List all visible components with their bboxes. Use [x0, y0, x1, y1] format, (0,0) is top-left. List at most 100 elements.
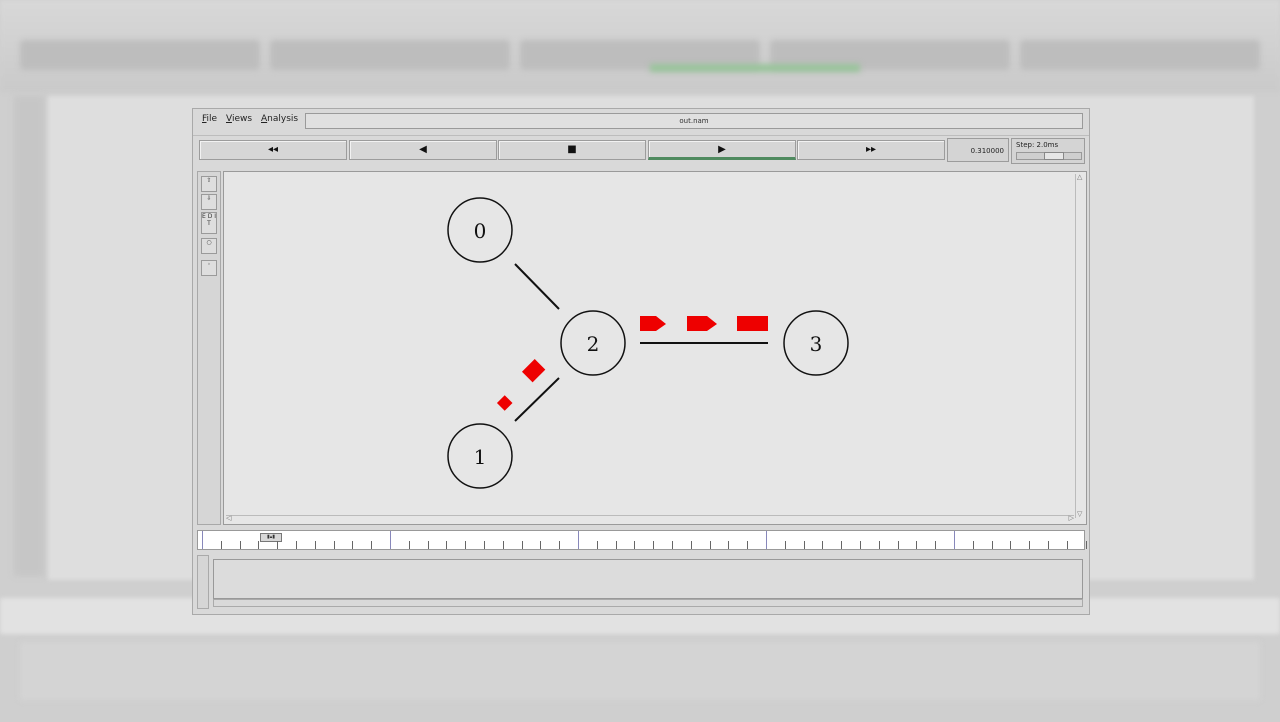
timeline-tick: [690, 541, 692, 549]
node-2[interactable]: 2: [560, 310, 626, 376]
topology-svg: 0 1 2 3: [447, 197, 849, 489]
timeline-tick: [314, 541, 316, 549]
scroll-down-icon[interactable]: ▽: [1077, 511, 1082, 518]
timeline-tick: [860, 541, 861, 549]
node-0[interactable]: 0: [447, 197, 513, 263]
timeline-tick: [239, 541, 241, 549]
timeline-tick: [615, 541, 617, 549]
menu-file[interactable]: File: [202, 114, 217, 124]
sim-time-display: 0.310000: [947, 138, 1009, 162]
timeline-tick: [653, 541, 655, 549]
timeline-tick: [390, 531, 391, 549]
timeline-tick: [258, 541, 260, 549]
packet: [687, 316, 717, 331]
node-label: 1: [474, 445, 487, 469]
timeline-tick: [672, 541, 673, 549]
monitor-panel: [197, 555, 1083, 609]
monitor-area: [213, 559, 1083, 599]
stop-button[interactable]: ■: [498, 140, 646, 160]
step-slider-thumb[interactable]: [1044, 152, 1064, 160]
packet: [521, 358, 546, 383]
timeline-tick: [878, 541, 880, 549]
timeline-tick: [540, 541, 542, 549]
node-1[interactable]: 1: [447, 423, 513, 489]
timeline-tick: [446, 541, 448, 549]
packet: [640, 316, 666, 331]
monitor-horizontal-scrollbar[interactable]: [213, 599, 1083, 607]
step-back-button[interactable]: ◀: [349, 140, 497, 160]
timeline-tick: [991, 541, 993, 549]
node-label: 0: [474, 219, 487, 243]
timeline-tick: [972, 541, 974, 549]
zoom-in-icon[interactable]: ⇧: [201, 176, 217, 192]
time-slider[interactable]: ▮▴▮: [197, 530, 1087, 550]
timeline-tick: [709, 541, 711, 549]
play-button[interactable]: ▶: [648, 140, 796, 160]
network-canvas[interactable]: 0 1 2 3 △ ▽ ◁ ▷: [223, 171, 1087, 525]
timeline-tick: [954, 531, 955, 549]
link-1-2: [514, 377, 560, 422]
step-control: Step: 2.0ms: [1011, 138, 1085, 164]
timeline-tick: [841, 541, 843, 549]
timeline-tick: [427, 541, 429, 549]
menu-views[interactable]: Views: [226, 114, 252, 124]
timeline-tick: [220, 541, 222, 549]
timeline-tick: [1010, 541, 1012, 549]
monitor-vertical-scrollbar[interactable]: [197, 555, 209, 609]
timeline-tick: [502, 541, 504, 549]
timeline-tick: [484, 541, 485, 549]
menu-bar: File Views Analysis out.nam: [193, 109, 1089, 133]
scroll-up-icon[interactable]: △: [1077, 174, 1082, 181]
node-label: 2: [587, 332, 600, 356]
timeline-tick: [371, 541, 373, 549]
desktop-blur-segment: [20, 40, 260, 70]
trace-file-title: out.nam: [305, 113, 1083, 129]
timeline-tick: [1066, 541, 1068, 549]
zoom-out-icon[interactable]: ⇩: [201, 194, 217, 210]
timeline-tick: [578, 531, 579, 549]
rewind-button[interactable]: ◂◂: [199, 140, 347, 160]
timeline-tick: [916, 541, 918, 549]
time-slider-thumb[interactable]: ▮▴▮: [260, 533, 282, 542]
timeline-tick: [277, 541, 279, 549]
desktop-bottom-panel: [20, 642, 1260, 700]
timeline-tick: [784, 541, 786, 549]
timeline-tick: [1085, 541, 1087, 549]
timeline-tick: [1048, 541, 1049, 549]
small-circle-tool-icon[interactable]: ◦: [201, 260, 217, 276]
edit-tool-button[interactable]: E D I T: [201, 212, 217, 234]
menu-analysis[interactable]: Analysis: [261, 114, 298, 124]
timeline-tick: [803, 541, 805, 549]
timeline-tick: [728, 541, 730, 549]
timeline-tick: [1029, 541, 1031, 549]
timeline-tick: [822, 541, 824, 549]
timeline-tick: [333, 541, 335, 549]
nam-window: File Views Analysis out.nam ◂◂ ◀ ■ ▶ ▸▸ …: [192, 108, 1090, 615]
packet: [737, 316, 768, 331]
timeline-tick: [935, 541, 937, 549]
timeline-tick: [296, 541, 297, 549]
fast-forward-button[interactable]: ▸▸: [797, 140, 945, 160]
timeline-tick: [897, 541, 899, 549]
step-label: Step: 2.0ms: [1016, 141, 1059, 149]
playback-toolbar: ◂◂ ◀ ■ ▶ ▸▸ 0.310000 Step: 2.0ms: [193, 135, 1089, 166]
timeline-tick: [408, 541, 410, 549]
timeline-tick: [634, 541, 636, 549]
scroll-right-icon[interactable]: ▷: [1069, 515, 1074, 522]
desktop-blur-segment: [270, 40, 510, 70]
canvas-horizontal-scrollbar[interactable]: ◁ ▷: [226, 515, 1074, 522]
canvas-vertical-scrollbar[interactable]: △ ▽: [1075, 174, 1084, 518]
desktop-blur-segment: [1020, 40, 1260, 70]
scroll-left-icon[interactable]: ◁: [226, 515, 231, 522]
timeline-tick: [596, 541, 598, 549]
circle-tool-icon[interactable]: ○: [201, 238, 217, 254]
link-0-2: [514, 263, 560, 310]
timeline-tick: [559, 541, 561, 549]
node-3[interactable]: 3: [783, 310, 849, 376]
tool-palette: ⇧ ⇩ E D I T ○ ◦: [197, 171, 221, 525]
timeline-tick: [352, 541, 354, 549]
timeline-tick: [202, 531, 203, 549]
timeline-tick: [747, 541, 749, 549]
timeline-tick: [766, 531, 767, 549]
packet: [496, 395, 513, 411]
